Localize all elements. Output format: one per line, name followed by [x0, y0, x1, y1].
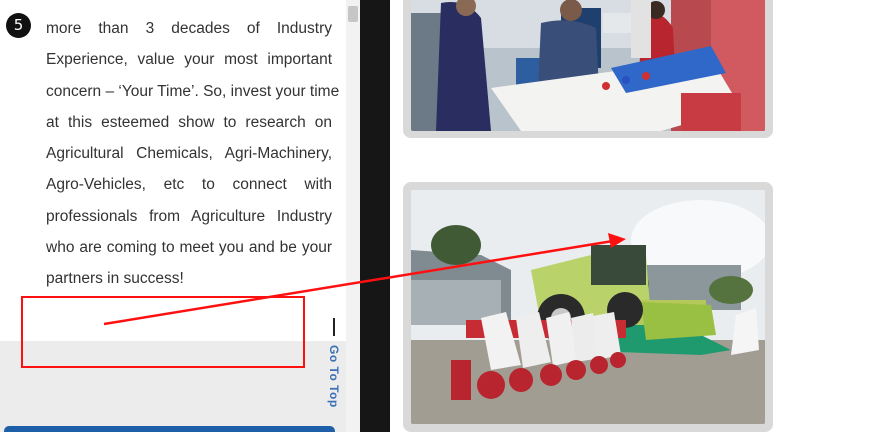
machinery-photo [411, 190, 765, 424]
paragraph-line: Experience, value your most important [46, 51, 332, 69]
exhibition-photo [411, 0, 765, 131]
paragraph-line: Agricultural Chemicals, Agri-Machinery, [46, 145, 332, 163]
photo-card-machinery[interactable] [403, 182, 773, 432]
paragraph-line: Agro-Vehicles, etc to connect with [46, 176, 332, 194]
paragraph-line: concern – ‘Your Time’. So, invest your t… [46, 82, 340, 100]
go-to-top-link[interactable]: Go To Top [327, 345, 341, 408]
paragraph-line: more than 3 decades of Industry [46, 20, 332, 37]
paragraph-line: professionals from Agriculture Industry [46, 207, 332, 225]
paragraph-line: partners in success! [46, 270, 184, 288]
item-paragraph: more than 3 decades of Industry Experien… [46, 13, 340, 295]
paragraph-line: at this esteemed show to research on [46, 113, 332, 131]
scrollbar[interactable] [346, 0, 360, 432]
highlight-box [21, 296, 305, 368]
go-to-top-line [333, 318, 335, 336]
bottom-blue-bar[interactable] [4, 426, 335, 432]
paragraph-line: who are coming to meet you and be your [46, 239, 332, 257]
photo-card-exhibition[interactable] [403, 0, 773, 138]
dark-divider [360, 0, 390, 432]
scrollbar-thumb[interactable] [348, 6, 358, 22]
number-badge-icon: 5 [6, 13, 31, 38]
